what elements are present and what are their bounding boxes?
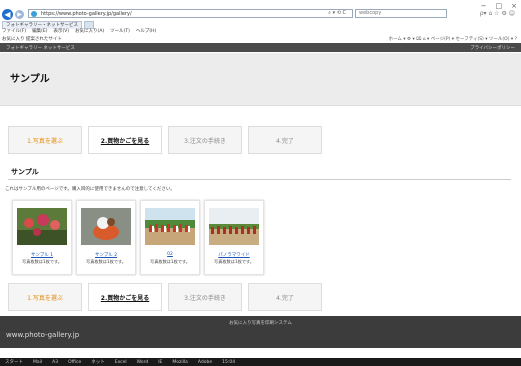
site-header: フォトギャラリー ネットサービス プライバシーポリシー xyxy=(0,43,521,52)
favorites-link[interactable]: お気に入り 提案されたサイト xyxy=(0,36,62,42)
menu-help[interactable]: ヘルプ(H) xyxy=(136,28,156,35)
photo-caption[interactable]: パノラマワイド xyxy=(205,252,263,258)
photo-card[interactable]: パノラマワイド 写真枚数は1枚です。 xyxy=(204,200,264,275)
photo-gallery: サンプル 1 写真枚数は1枚です。 サンプル 2 写真枚数は1枚です。 02 写… xyxy=(12,200,264,275)
search-field[interactable]: webcopy xyxy=(355,9,447,18)
step-checkout: 3.注文の手続き xyxy=(168,283,242,311)
footer-site-url[interactable]: www.photo-gallery.jp xyxy=(6,331,79,339)
page-title: サンプル xyxy=(10,74,50,85)
photo-thumbnail[interactable] xyxy=(145,208,195,245)
taskbar-item[interactable]: Mozilla xyxy=(170,360,190,365)
menu-favorites[interactable]: お気に入り(A) xyxy=(75,28,104,35)
command-bar[interactable]: ホーム ▾ ⚙ ▾ ⌧ ⌂ ▾ ページ(P) ▾ セーフティ(S) ▾ ツール(… xyxy=(389,36,518,42)
taskbar-item[interactable]: Mail xyxy=(31,360,44,365)
arrow-right-icon: ▶ xyxy=(17,11,22,18)
step-complete: 4.完了 xyxy=(248,126,322,154)
os-taskbar: スタート Mail A3 Office ネット Excel Word IE Mo… xyxy=(0,358,521,366)
taskbar-item[interactable]: IE xyxy=(156,360,164,365)
photo-count: 写真枚数は1枚です。 xyxy=(150,259,190,264)
step-checkout: 3.注文の手続き xyxy=(168,126,242,154)
menu-edit[interactable]: 編集(E) xyxy=(32,28,47,35)
browser-toolbar-icons[interactable]: ρ▾ ⌂ ☆ ⚙ ☺ xyxy=(480,10,515,17)
photo-thumbnail[interactable] xyxy=(209,208,259,245)
taskbar-clock: 15:04 xyxy=(222,359,236,365)
photo-card[interactable]: 02 写真枚数は1枚です。 xyxy=(140,200,200,275)
back-button[interactable]: ◀ xyxy=(2,9,13,20)
taskbar-item[interactable]: Adobe xyxy=(196,360,214,365)
section-header: サンプル xyxy=(8,164,511,180)
photo-card[interactable]: サンプル 2 写真枚数は1枚です。 xyxy=(76,200,136,275)
step-view-cart[interactable]: 2.買物かごを見る xyxy=(88,126,162,154)
menu-view[interactable]: 表示(V) xyxy=(53,28,69,35)
taskbar-item[interactable]: A3 xyxy=(50,360,60,365)
notice-text: これはサンプル用のページです。購入目的に使用できませんので注意してください。 xyxy=(5,187,175,192)
menu-file[interactable]: ファイル(F) xyxy=(2,28,26,35)
photo-caption[interactable]: サンプル 2 xyxy=(77,252,135,258)
step-view-cart[interactable]: 2.買物かごを見る xyxy=(88,283,162,311)
step-complete: 4.完了 xyxy=(248,283,322,311)
globe-icon xyxy=(31,11,37,17)
step-nav-bottom: 1.写真を選ぶ 2.買物かごを見る 3.注文の手続き 4.完了 xyxy=(8,283,508,311)
taskbar-item[interactable]: スタート xyxy=(3,359,25,365)
photo-caption[interactable]: サンプル 1 xyxy=(13,252,71,258)
menu-tools[interactable]: ツール(T) xyxy=(110,28,130,35)
tab-strip: フォトギャラリー・ネットサービス xyxy=(0,20,521,29)
arrow-left-icon: ◀ xyxy=(4,10,11,19)
photo-count: 写真枚数は1枚です。 xyxy=(86,259,126,264)
address-bar: ◀ ▶ https://www.photo-gallery.jp/gallery… xyxy=(0,8,521,21)
photo-caption[interactable]: 02 xyxy=(141,252,199,257)
site-footer: お気に入り写真を印刷システム www.photo-gallery.jp xyxy=(0,316,521,348)
photo-count: 写真枚数は1枚です。 xyxy=(22,259,62,264)
photo-card[interactable]: サンプル 1 写真枚数は1枚です。 xyxy=(12,200,72,275)
section-title: サンプル xyxy=(11,168,39,176)
photo-count: 写真枚数は1枚です。 xyxy=(214,259,254,264)
favorites-bar: お気に入り 提案されたサイト ホーム ▾ ⚙ ▾ ⌧ ⌂ ▾ ページ(P) ▾ … xyxy=(0,35,521,43)
photo-thumbnail[interactable] xyxy=(81,208,131,245)
page-title-band: サンプル xyxy=(0,53,521,106)
taskbar-item[interactable]: Word xyxy=(135,360,151,365)
photo-thumbnail[interactable] xyxy=(17,208,67,245)
step-select-photos[interactable]: 1.写真を選ぶ xyxy=(8,283,82,311)
taskbar-item[interactable]: ネット xyxy=(89,359,107,365)
menu-bar: ファイル(F) 編集(E) 表示(V) お気に入り(A) ツール(T) ヘルプ(… xyxy=(2,28,156,35)
taskbar-item[interactable]: Excel xyxy=(113,360,129,365)
forward-button[interactable]: ▶ xyxy=(15,10,24,19)
taskbar-item[interactable]: Office xyxy=(66,360,83,365)
url-field[interactable]: https://www.photo-gallery.jp/gallery/ ⌕ … xyxy=(28,9,353,18)
url-text: https://www.photo-gallery.jp/gallery/ xyxy=(41,10,132,17)
footer-copyright: お気に入り写真を印刷システム xyxy=(229,321,292,326)
url-actions[interactable]: ⌕ ▾ ⟲ C xyxy=(328,10,346,16)
step-nav-top: 1.写真を選ぶ 2.買物かごを見る 3.注文の手続き 4.完了 xyxy=(8,126,508,154)
step-select-photos[interactable]: 1.写真を選ぶ xyxy=(8,126,82,154)
site-name-link[interactable]: フォトギャラリー ネットサービス xyxy=(6,45,75,51)
privacy-policy-link[interactable]: プライバシーポリシー xyxy=(470,45,515,51)
